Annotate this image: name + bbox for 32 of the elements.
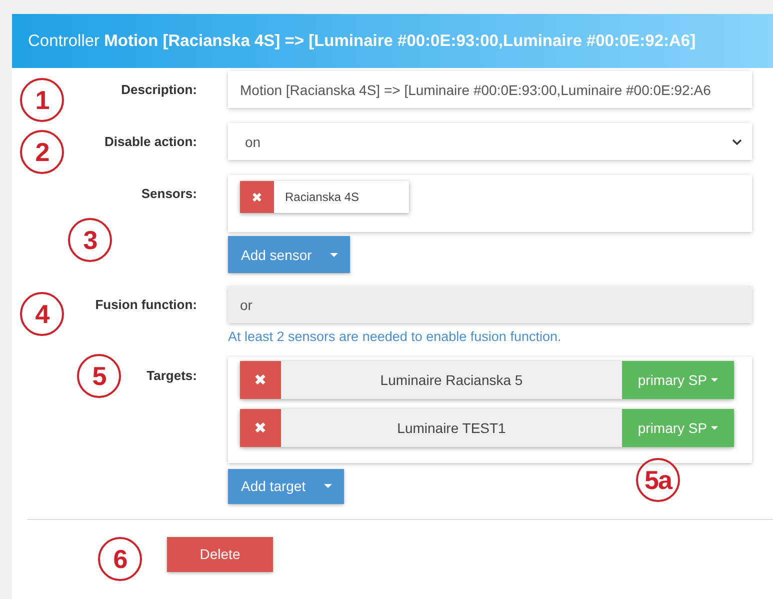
field-label: Sensors: (141, 186, 197, 201)
caret-icon (711, 378, 718, 382)
help-text: At least 2 sensors are needed to enable fusion function. (228, 330, 562, 345)
delete-button[interactable]: Delete (167, 536, 273, 572)
disable-action-select[interactable]: on (228, 123, 752, 160)
remove-button[interactable]: ✖ (240, 408, 281, 447)
add-sensor-button[interactable]: Add sensor (228, 236, 350, 273)
annotation-marker: 4 (20, 292, 64, 336)
chevron-down-icon (732, 138, 742, 144)
sensor-name: Racianska 4S (274, 181, 409, 213)
caret-icon (711, 426, 718, 430)
annotation-marker: 6 (98, 537, 142, 581)
mode-dropdown-button[interactable]: primary SP (622, 408, 734, 447)
add-target-button[interactable]: Add target (228, 468, 344, 504)
target-name: Luminaire TEST1 (281, 408, 622, 447)
annotation-marker: 1 (20, 78, 64, 122)
field-label: Description: (121, 82, 197, 97)
panel-title: Controller Motion [Racianska 4S] => [Luminaire #00:0E:93:00,Luminaire #00:0E:92:A6] (28, 32, 696, 50)
field-label: Disable action: (104, 134, 197, 149)
annotation-marker: 5 (77, 354, 121, 398)
target-name: Luminaire Racianska 5 (281, 360, 622, 399)
mode-dropdown-button[interactable]: primary SP (622, 360, 734, 399)
caret-icon (324, 484, 332, 488)
caret-icon (330, 252, 338, 256)
remove-button[interactable]: ✖ (240, 360, 281, 399)
annotation-marker: 2 (20, 130, 64, 174)
remove-button[interactable]: ✖ (240, 181, 274, 213)
description-field[interactable]: Motion [Racianska 4S] => [Luminaire #00:0E:93:00,Luminaire #00:0E:92:A6 (228, 71, 752, 108)
annotation-marker: 3 (68, 218, 112, 262)
field-label: Fusion function: (95, 297, 197, 312)
annotation-marker: 5a (636, 458, 680, 502)
field-label: Targets: (146, 368, 197, 383)
